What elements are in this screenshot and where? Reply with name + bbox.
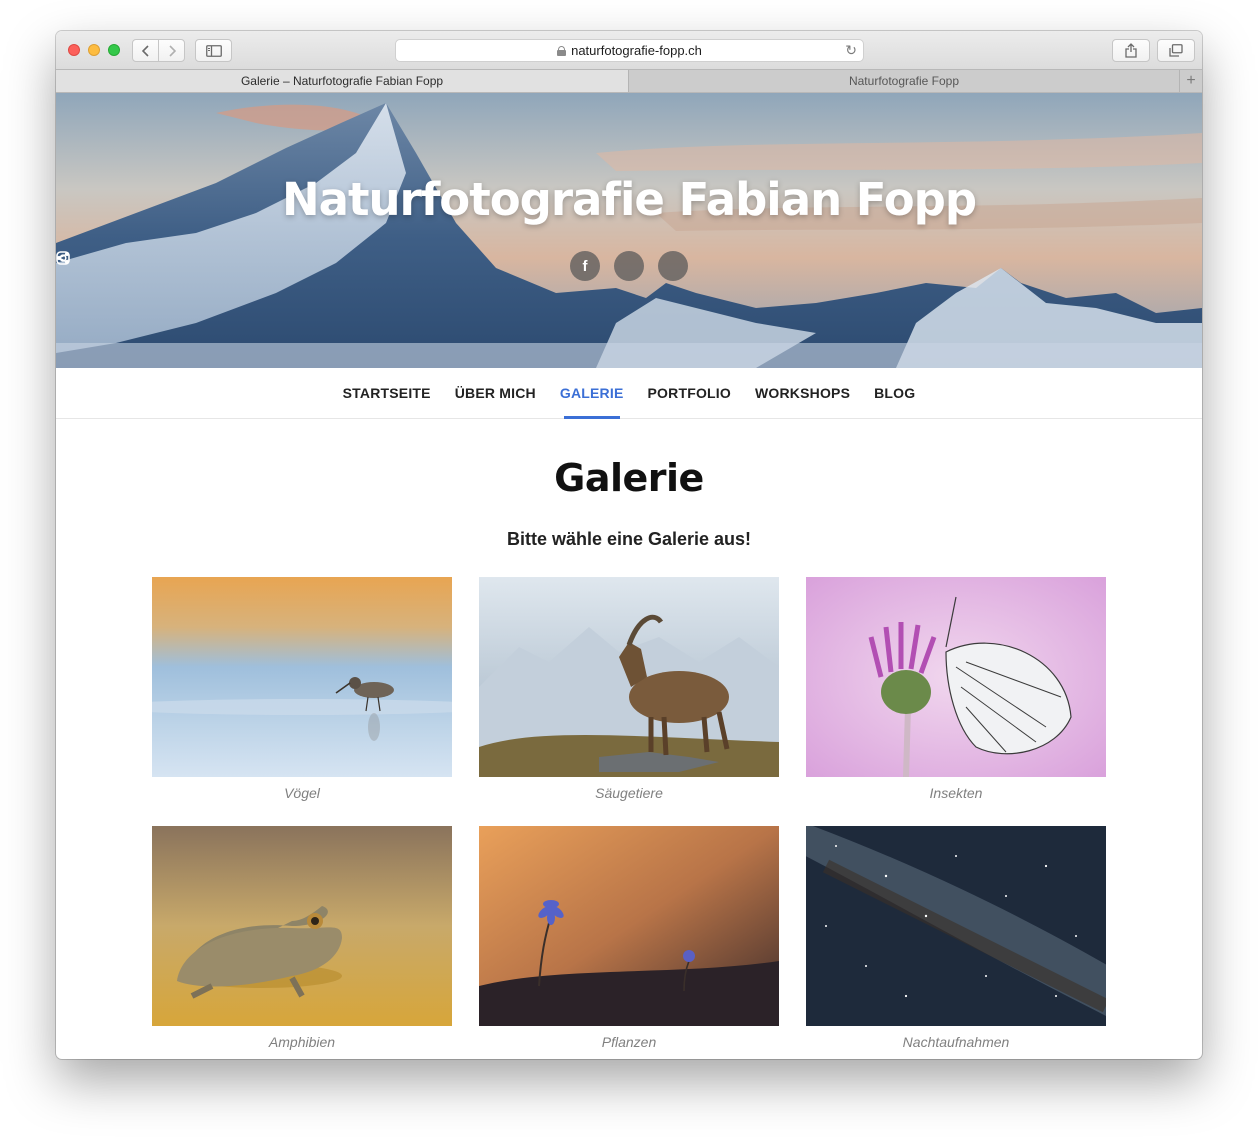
new-tab-button[interactable]: + <box>1179 70 1202 92</box>
address-bar[interactable]: naturfotografie-fopp.ch ↻ <box>395 39 864 62</box>
gallery-caption[interactable]: Vögel <box>152 785 452 801</box>
hero-banner: Naturfotografie Fabian Fopp f <box>56 93 1202 368</box>
gallery-card-pflanzen[interactable]: Pflanzen <box>479 826 779 1050</box>
browser-window: naturfotografie-fopp.ch ↻ Galerie – Natu… <box>56 31 1202 1059</box>
gallery-thumbnail-nachtaufnahmen[interactable] <box>806 826 1106 1026</box>
reload-icon[interactable]: ↻ <box>845 42 857 59</box>
gallery-card-insekten[interactable]: Insekten <box>806 577 1106 801</box>
tab-naturfotografie[interactable]: Naturfotografie Fopp <box>629 70 1179 92</box>
site-title[interactable]: Naturfotografie Fabian Fopp <box>56 173 1202 226</box>
mountain-landscape-image <box>56 93 1202 368</box>
gallery-card-amphibien[interactable]: Amphibien <box>152 826 452 1050</box>
plus-icon: + <box>1186 72 1196 89</box>
share-icon <box>1125 43 1137 58</box>
back-button[interactable] <box>133 40 158 61</box>
minimize-window-button[interactable] <box>88 44 100 56</box>
page-title: Galerie <box>554 456 704 500</box>
zoom-window-button[interactable] <box>108 44 120 56</box>
tabs-overview-icon <box>1169 44 1183 57</box>
gallery-caption[interactable]: Nachtaufnahmen <box>806 1034 1106 1050</box>
nav-item-galerie[interactable]: GALERIE <box>560 368 624 419</box>
gallery-card-nachtaufnahmen[interactable]: Nachtaufnahmen <box>806 826 1106 1050</box>
lock-icon <box>557 45 567 56</box>
share-button[interactable] <box>1112 39 1150 62</box>
nav-item-portfolio[interactable]: PORTFOLIO <box>648 368 731 419</box>
history-nav-group <box>132 39 185 62</box>
gallery-caption[interactable]: Insekten <box>806 785 1106 801</box>
gallery-thumbnail-voegel[interactable] <box>152 577 452 777</box>
gallery-card-saeugetiere[interactable]: Säugetiere <box>479 577 779 801</box>
facebook-icon[interactable]: f <box>570 251 600 281</box>
tab-strip: Galerie – Naturfotografie Fabian Fopp Na… <box>56 69 1202 93</box>
nav-item-startseite[interactable]: STARTSEITE <box>343 368 431 419</box>
nav-item-workshops[interactable]: WORKSHOPS <box>755 368 850 419</box>
share-icon[interactable] <box>57 251 688 281</box>
gallery-thumbnail-pflanzen[interactable] <box>479 826 779 1026</box>
show-tabs-button[interactable] <box>1157 39 1195 62</box>
chevron-left-icon <box>141 44 149 57</box>
nav-item-blog[interactable]: BLOG <box>874 368 915 419</box>
instagram-icon[interactable] <box>56 251 644 281</box>
tab-title: Galerie – Naturfotografie Fabian Fopp <box>240 74 444 88</box>
page-subtitle: Bitte wähle eine Galerie aus! <box>506 529 752 549</box>
tab-galerie[interactable]: Galerie – Naturfotografie Fabian Fopp <box>56 70 629 92</box>
tab-title: Naturfotografie Fopp <box>848 74 960 88</box>
gallery-caption[interactable]: Amphibien <box>152 1034 452 1050</box>
forward-button[interactable] <box>158 40 184 61</box>
main-navigation: STARTSEITE ÜBER MICH GALERIE PORTFOLIO W… <box>56 368 1202 419</box>
gallery-card-voegel[interactable]: Vögel <box>152 577 452 801</box>
chevron-right-icon <box>169 44 176 57</box>
nav-item-ueber-mich[interactable]: ÜBER MICH <box>455 368 536 419</box>
browser-toolbar: naturfotografie-fopp.ch ↻ <box>56 31 1202 69</box>
social-links: f <box>56 251 1202 281</box>
sidebar-toggle-button[interactable] <box>195 39 232 62</box>
gallery-thumbnail-amphibien[interactable] <box>152 826 452 1026</box>
gallery-caption[interactable]: Pflanzen <box>479 1034 779 1050</box>
gallery-thumbnail-insekten[interactable] <box>806 577 1106 777</box>
sidebar-icon <box>205 44 222 57</box>
url-text: naturfotografie-fopp.ch <box>571 43 702 58</box>
gallery-caption[interactable]: Säugetiere <box>479 785 779 801</box>
close-window-button[interactable] <box>68 44 80 56</box>
gallery-thumbnail-saeugetiere[interactable] <box>479 577 779 777</box>
